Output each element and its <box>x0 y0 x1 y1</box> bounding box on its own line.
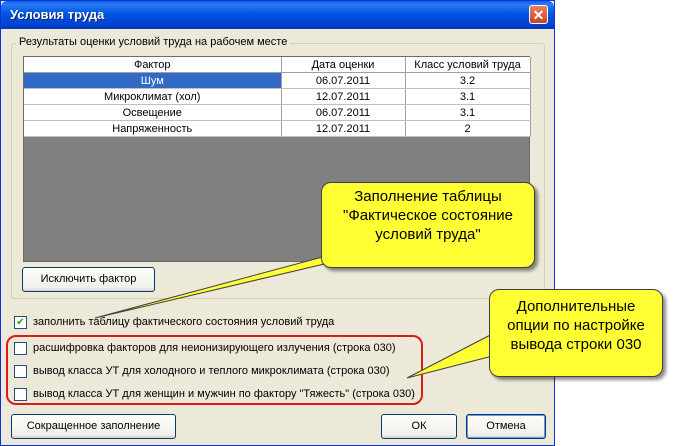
fill-table-callout-line-1: Заполнение таблицы <box>354 188 502 205</box>
fill-table-callout-line-2: "Фактическое состояние <box>343 207 513 224</box>
options-callout-line-3: вывода строки 030 <box>510 336 642 353</box>
options-callout-line-2: опции по настройке <box>507 317 645 334</box>
fill-table-callout-line-3: условий труда" <box>375 226 481 243</box>
options-callout-line-1: Дополнительные <box>516 298 636 315</box>
options-callout: Дополнительные опции по настройке вывода… <box>489 289 663 377</box>
fill-table-callout: Заполнение таблицы "Фактическое состояни… <box>321 182 535 268</box>
